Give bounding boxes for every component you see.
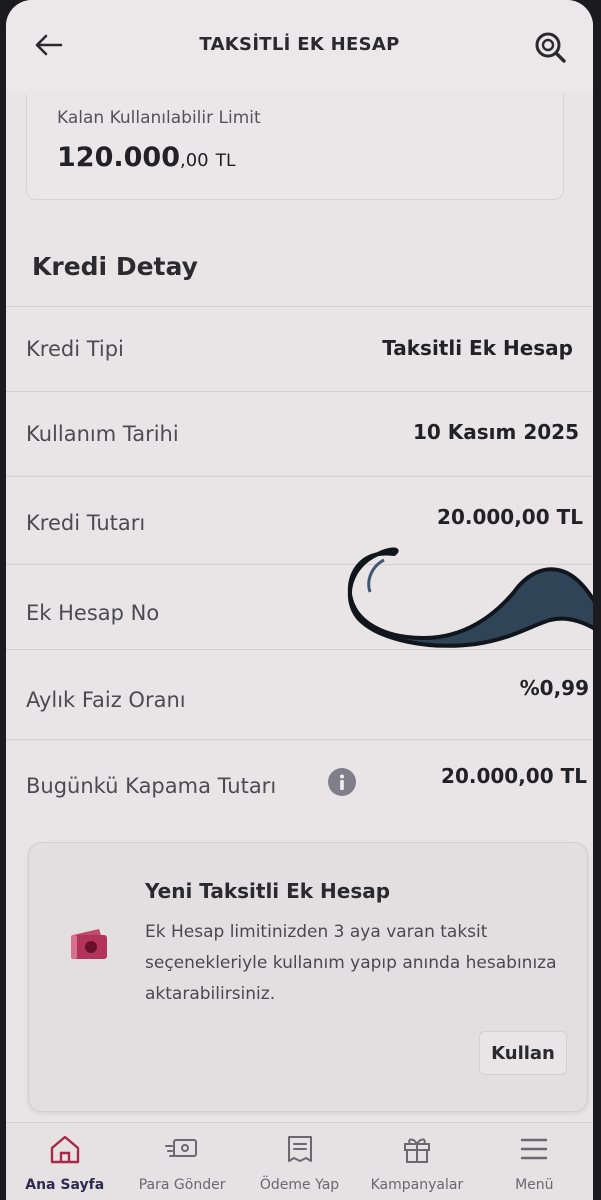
gift-icon bbox=[399, 1131, 435, 1167]
nav-label: Kampanyalar bbox=[370, 1177, 464, 1193]
search-button[interactable] bbox=[531, 28, 569, 66]
detail-row-closing-amount: Bugünkü Kapama Tutarı 20.000,00 TL bbox=[6, 739, 593, 829]
remaining-limit-value: 120.000 ,00 TL bbox=[57, 142, 235, 173]
detail-row-usage-date: Kullanım Tarihi 10 Kasım 2025 bbox=[6, 391, 593, 476]
nav-label: Ödeme Yap bbox=[259, 1177, 340, 1193]
row-label: Kullanım Tarihi bbox=[26, 422, 179, 446]
row-value: %0,99 bbox=[519, 676, 589, 700]
promo-description: Ek Hesap limitinizden 3 aya varan taksit… bbox=[145, 922, 557, 1004]
nav-item-campaigns[interactable]: Kampanyalar bbox=[358, 1123, 475, 1200]
promo-title: Yeni Taksitli Ek Hesap bbox=[145, 879, 391, 903]
row-label: Aylık Faiz Oranı bbox=[26, 688, 186, 712]
app-screen: TAKSİTLİ EK HESAP Kalan Kullanılabilir L… bbox=[6, 0, 593, 1200]
limit-amount-decimal: ,00 bbox=[179, 150, 209, 171]
row-label: Bugünkü Kapama Tutarı bbox=[26, 774, 277, 798]
app-header: TAKSİTLİ EK HESAP bbox=[6, 0, 593, 92]
nav-label: Ana Sayfa bbox=[25, 1177, 105, 1193]
wallet-icon bbox=[71, 929, 107, 959]
limit-amount-main: 120.000 bbox=[57, 142, 180, 173]
row-value: 20.000,00 TL bbox=[441, 764, 587, 788]
new-installment-promo-card: Yeni Taksitli Ek Hesap Ek Hesap limitini… bbox=[28, 842, 588, 1112]
menu-icon bbox=[516, 1131, 552, 1167]
detail-row-credit-type: Kredi Tipi Taksitli Ek Hesap bbox=[6, 306, 593, 391]
row-value: 10 Kasım 2025 bbox=[412, 420, 579, 444]
nav-label: Menü bbox=[515, 1177, 554, 1193]
nav-label: Para Gönder bbox=[138, 1177, 226, 1193]
row-value: 20.000,00 TL bbox=[437, 505, 583, 529]
row-label: Ek Hesap No bbox=[26, 601, 160, 625]
payment-icon bbox=[282, 1131, 318, 1167]
mustache-sticker-icon bbox=[347, 547, 593, 648]
nav-item-payment[interactable]: Ödeme Yap bbox=[241, 1123, 358, 1200]
send-money-icon bbox=[164, 1131, 200, 1167]
remaining-limit-label: Kalan Kullanılabilir Limit bbox=[57, 108, 261, 128]
page-title: TAKSİTLİ EK HESAP bbox=[199, 34, 400, 55]
credit-detail-title: Kredi Detay bbox=[32, 252, 198, 281]
detail-row-monthly-interest: Aylık Faiz Oranı %0,99 bbox=[6, 649, 593, 739]
nav-item-home[interactable]: Ana Sayfa bbox=[6, 1123, 123, 1200]
bottom-navigation: Ana Sayfa Para Gönder Ödeme Yap Kampanya… bbox=[6, 1122, 593, 1200]
search-icon bbox=[535, 32, 566, 63]
row-value: Taksitli Ek Hesap bbox=[382, 336, 573, 360]
nav-item-menu[interactable]: Menü bbox=[476, 1123, 593, 1200]
limit-currency: TL bbox=[215, 151, 236, 171]
row-label: Kredi Tutarı bbox=[26, 511, 146, 535]
home-icon bbox=[47, 1131, 83, 1167]
row-label: Kredi Tipi bbox=[26, 337, 124, 361]
nav-item-send-money[interactable]: Para Gönder bbox=[123, 1123, 240, 1200]
info-icon[interactable] bbox=[328, 768, 356, 796]
remaining-limit-card: Kalan Kullanılabilir Limit 120.000 ,00 T… bbox=[26, 94, 564, 200]
use-button[interactable]: Kullan bbox=[479, 1031, 567, 1075]
